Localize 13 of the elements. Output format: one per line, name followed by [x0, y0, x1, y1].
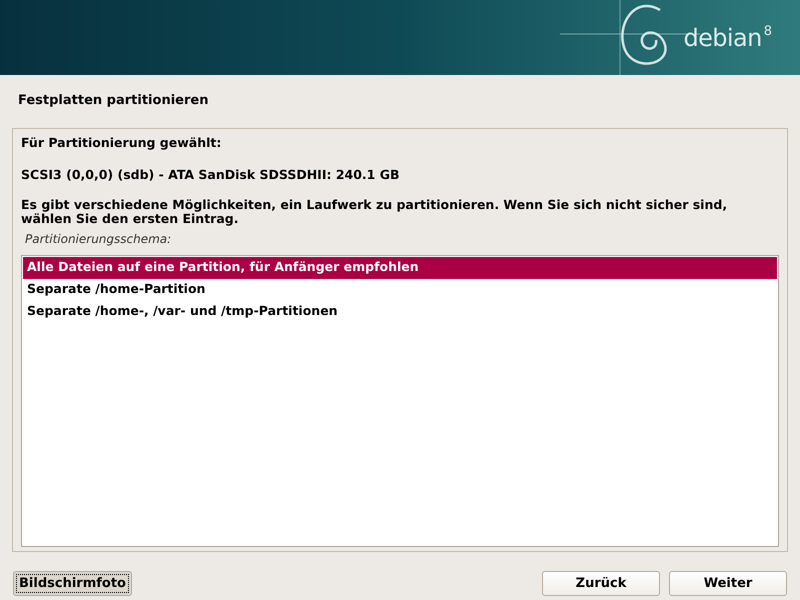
- disk-label: SCSI3 (0,0,0) (sdb) - ATA SanDisk SDSSDHII: 240.1 GB: [21, 166, 401, 184]
- list-label: Partitionierungsschema:: [25, 230, 172, 248]
- screenshot-button[interactable]: Bildschirmfoto: [13, 571, 132, 596]
- list-item[interactable]: Alle Dateien auf eine Partition, für Anfänger empfohlen: [23, 256, 777, 278]
- list-item[interactable]: Separate /home-Partition: [23, 278, 777, 300]
- list-item[interactable]: Separate /home-, /var- und /tmp-Partitionen: [23, 300, 777, 322]
- section-heading: Für Partitionierung gewählt:: [21, 134, 222, 152]
- logo-text: debian: [683, 22, 762, 54]
- page-title: Festplatten partitionieren: [18, 93, 208, 108]
- version-text: 8: [764, 23, 772, 41]
- description-text: Es gibt verschiedene Möglichkeiten, ein Laufwerk zu partitionieren. Wenn Sie sich nicht sicher sind, wählen Sie den ersten Eintrag.: [21, 198, 728, 226]
- back-button[interactable]: Zurück: [542, 571, 660, 596]
- continue-button[interactable]: Weiter: [669, 571, 787, 596]
